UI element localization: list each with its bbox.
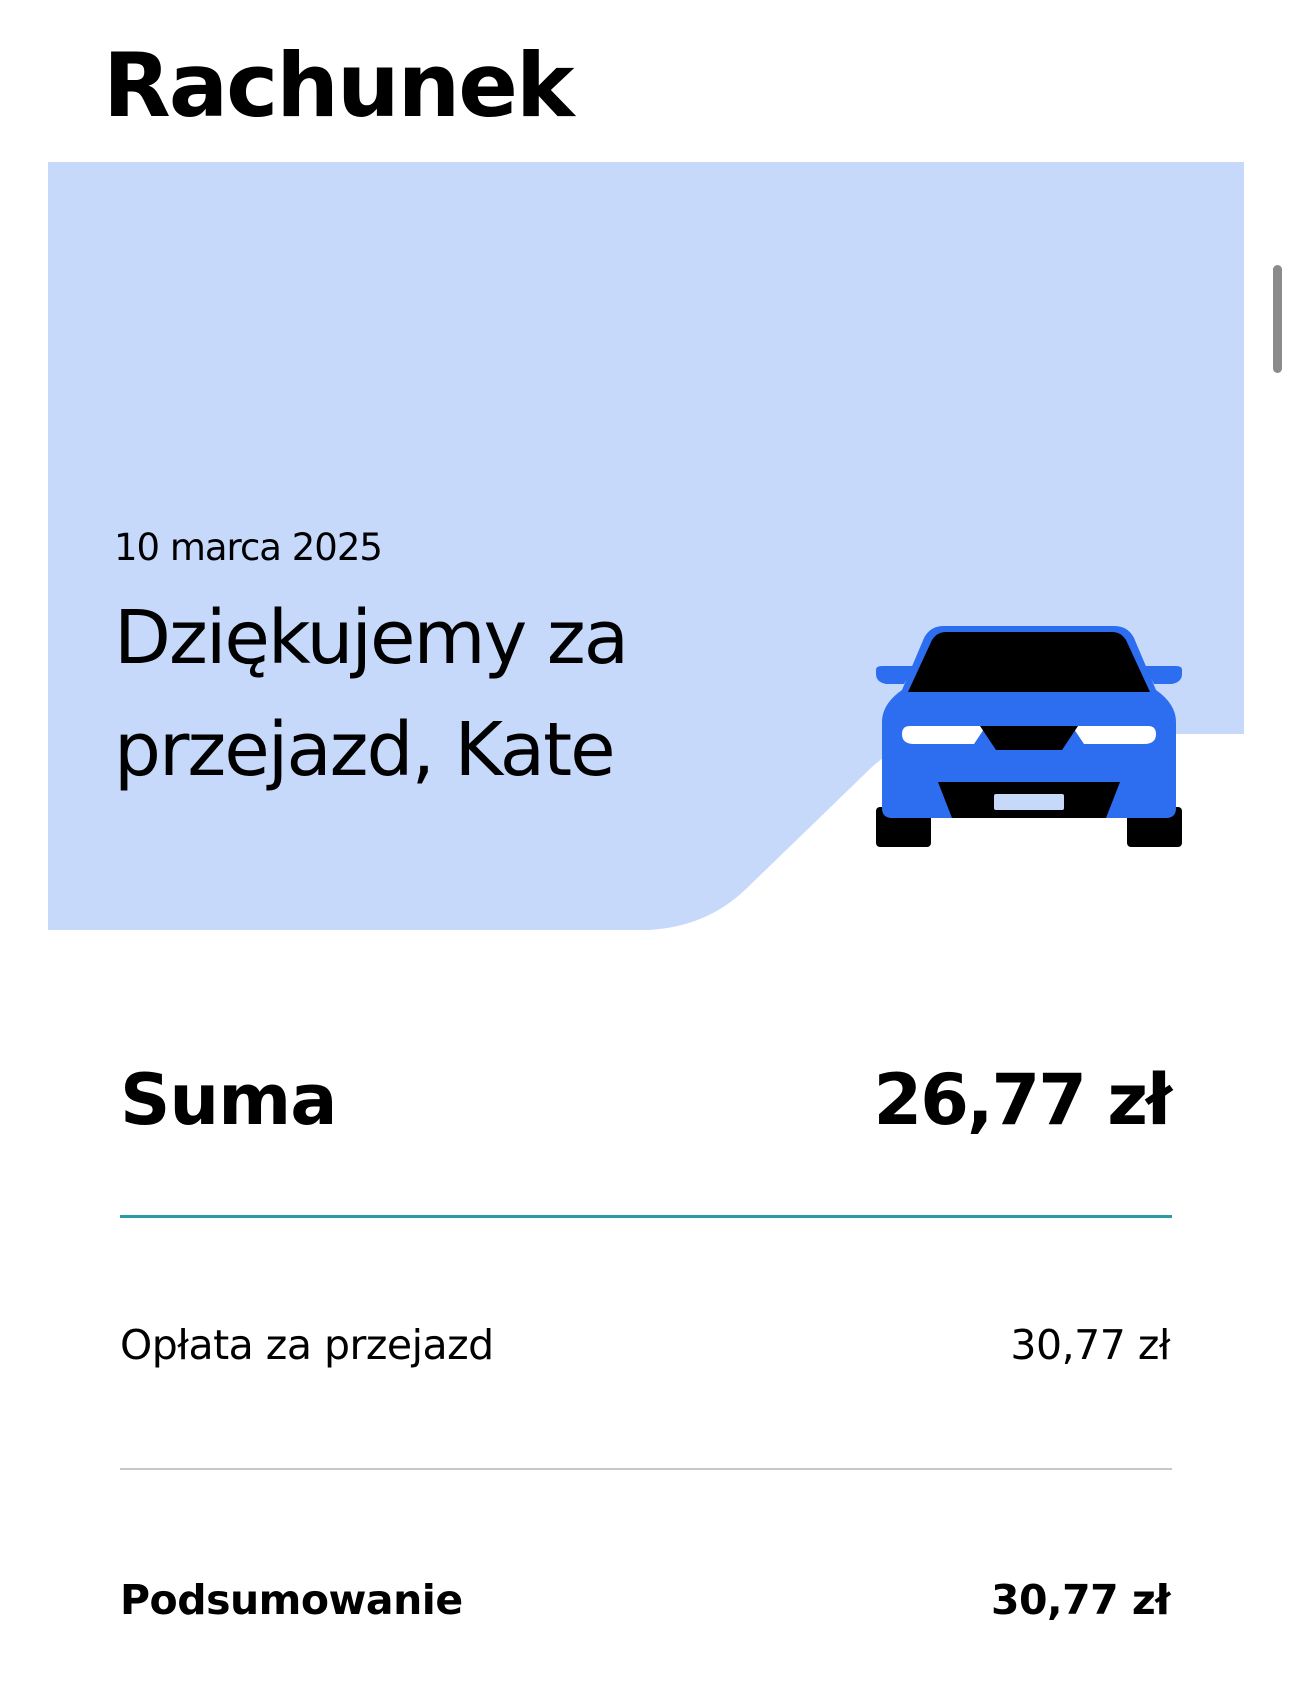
page-title: Rachunek [103,34,574,137]
fare-row: Opłata za przejazd 30,77 zł [120,1315,1170,1375]
car-icon [876,626,1182,847]
total-divider [120,1215,1172,1218]
summary-label: Podsumowanie [120,1576,463,1624]
summary-value: 30,77 zł [990,1576,1171,1624]
scrollbar[interactable] [1273,265,1282,373]
fare-value: 30,77 zł [1010,1321,1170,1369]
fare-label: Opłata za przejazd [120,1321,494,1369]
total-label: Suma [120,1059,337,1141]
thank-you-message: Dziękujemy za przejazd, Kate [114,595,629,793]
total-row: Suma 26,77 zł [120,1050,1172,1150]
fare-divider [120,1468,1172,1470]
summary-row: Podsumowanie 30,77 zł [120,1570,1171,1630]
ride-date: 10 marca 2025 [114,526,383,569]
total-value: 26,77 zł [873,1059,1172,1141]
ride-hero-banner: 10 marca 2025 Dziękujemy za przejazd, Ka… [48,162,1244,930]
